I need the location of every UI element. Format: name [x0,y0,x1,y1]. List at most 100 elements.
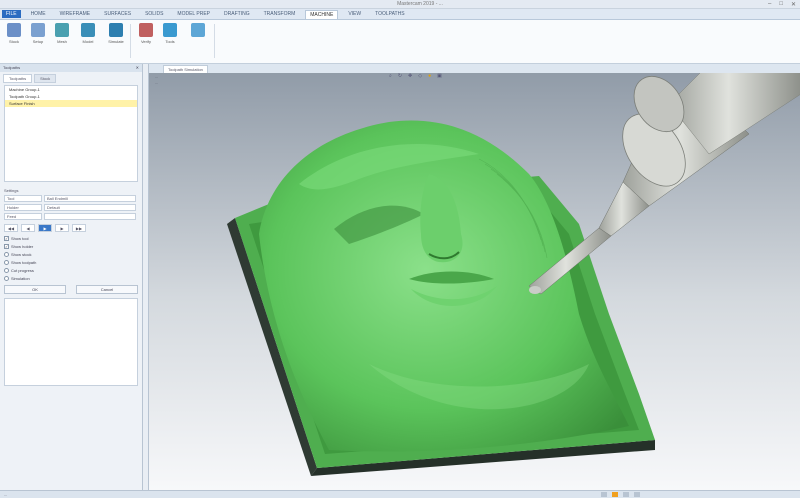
panel-close-icon[interactable]: ✕ [136,65,139,71]
viewport-toolbar: ⌕ ↻ ✥ ◇ ● ▣ [389,73,442,79]
window-title: Mastercam 2019 - ... [397,1,443,7]
panel-tab-stock[interactable]: Stock [34,74,57,83]
tool-field[interactable]: Ball Endmill [44,195,136,202]
status-bar: ... [0,490,800,498]
tool-tip [529,286,541,294]
play-icon[interactable]: ▶ [38,224,52,232]
feed-field[interactable] [44,213,136,220]
last-icon[interactable]: ▶▶ [72,224,86,232]
option-show-toolpath[interactable]: Show toolpath [4,260,138,265]
shading-icon[interactable]: ● [428,73,431,79]
zoom-icon[interactable]: ⌕ [389,73,392,79]
ribbon-button-extra[interactable] [186,23,210,39]
radio-icon [4,260,9,265]
checkbox-label: Show holder [11,244,34,249]
field-label: Feed [4,213,42,220]
panel-empty-area [4,298,138,386]
checkbox-icon: ✓ [4,236,9,241]
toolpath-tree[interactable]: Machine Group-1 Toolpath Group-1 Surface… [4,85,138,182]
fit-icon[interactable]: ◇ [418,73,422,79]
tree-item-selected[interactable]: Surface Finish [5,100,137,107]
pan-icon[interactable]: ✥ [408,73,412,79]
option-label: Cut progress [11,268,34,273]
tab-file[interactable]: FILE [2,10,21,18]
ok-button[interactable]: OK [4,285,66,294]
radio-icon [4,252,9,257]
option-cut-progress[interactable]: Cut progress [4,268,138,273]
model-icon [81,23,95,37]
ribbon-button-simulate[interactable]: Simulate [104,23,128,44]
tab-machine[interactable]: MACHINE [305,9,339,19]
option-label: Show stock [11,252,32,257]
ribbon-button-stock[interactable]: Stock [2,23,26,44]
panel-title: Toolpaths [3,65,21,70]
forward-icon[interactable]: ▶ [55,224,69,232]
ribbon-button-label: Stock [8,39,19,44]
holder-field[interactable]: Default [44,204,136,211]
field-row: Tool Ball Endmill [4,195,138,202]
graphics-viewport[interactable]: Toolpath Simulation ... ... ⌕ ↻ ✥ ◇ ● ▣ [148,64,800,490]
option-show-stock[interactable]: Show stock [4,252,138,257]
checkbox-icon: ✓ [4,244,9,249]
status-indicator[interactable] [634,492,640,497]
ribbon-button-model[interactable]: Model [76,23,100,44]
view-icon[interactable]: ▣ [437,73,442,79]
ribbon: Stock Setup Mesh Model Simulate Verify T… [0,20,800,64]
field-label: Holder [4,204,42,211]
field-label: Tool [4,195,42,202]
machine-icon [191,23,205,37]
toolpaths-panel: Toolpaths ✕ Toolpaths Stock Machine Grou… [0,64,143,490]
window-controls: – □ ✕ [768,1,796,8]
show-tool-checkbox[interactable]: ✓ Show tool [4,236,138,241]
stock-icon [7,23,21,37]
maximize-icon[interactable]: □ [779,1,783,8]
viewport-tab[interactable]: Toolpath Simulation [163,65,208,73]
first-icon[interactable]: ◀◀ [4,224,18,232]
checkbox-label: Show tool [11,236,29,241]
show-holder-checkbox[interactable]: ✓ Show holder [4,244,138,249]
radio-icon [4,276,9,281]
option-label: Simulation [11,276,30,281]
simulation-scene [149,64,800,490]
tools-icon [163,23,177,37]
ribbon-button-verify[interactable]: Verify [134,23,158,44]
panel-header: Toolpaths ✕ [0,64,142,72]
tab-drafting[interactable]: DRAFTING [220,10,254,18]
rotate-icon[interactable]: ↻ [398,73,402,79]
ribbon-separator [130,24,131,58]
ribbon-button-label: Tools [165,39,175,44]
ribbon-button-mesh[interactable]: Mesh [50,23,74,44]
tree-item[interactable]: Toolpath Group-1 [5,93,137,100]
ribbon-button-label: Model [82,39,94,44]
ribbon-button-label: Simulate [108,39,124,44]
cancel-button[interactable]: Cancel [76,285,138,294]
tab-view[interactable]: VIEW [344,10,365,18]
status-indicator[interactable] [601,492,607,497]
option-simulation[interactable]: Simulation [4,276,138,281]
field-row: Feed [4,213,138,220]
status-indicator-active[interactable] [612,492,618,497]
tab-solids[interactable]: SOLIDS [141,10,167,18]
status-indicator[interactable] [623,492,629,497]
panel-tab-toolpaths[interactable]: Toolpaths [3,74,33,83]
setup-icon [31,23,45,37]
close-icon[interactable]: ✕ [791,1,796,8]
tab-toolpaths[interactable]: TOOLPATHS [371,10,408,18]
tab-home[interactable]: HOME [27,10,50,18]
properties: Settings Tool Ball Endmill Holder Defaul… [4,188,138,281]
tab-model-prep[interactable]: MODEL PREP [173,10,214,18]
tree-header[interactable]: Machine Group-1 [5,86,137,93]
tab-transform[interactable]: TRANSFORM [260,10,300,18]
mesh-icon [55,23,69,37]
ribbon-button-label: Mesh [57,39,67,44]
back-icon[interactable]: ◀ [21,224,35,232]
ribbon-button-setup[interactable]: Setup [26,23,50,44]
ribbon-button-tools[interactable]: Tools [158,23,182,44]
ribbon-tabs: FILE HOME WIREFRAME SURFACES SOLIDS MODE… [0,9,800,20]
tab-surfaces[interactable]: SURFACES [100,10,135,18]
minimize-icon[interactable]: – [768,1,771,8]
option-label: Show toolpath [11,260,37,265]
section-label: Settings [4,188,19,193]
status-indicators [601,492,640,497]
tab-wireframe[interactable]: WIREFRAME [56,10,95,18]
